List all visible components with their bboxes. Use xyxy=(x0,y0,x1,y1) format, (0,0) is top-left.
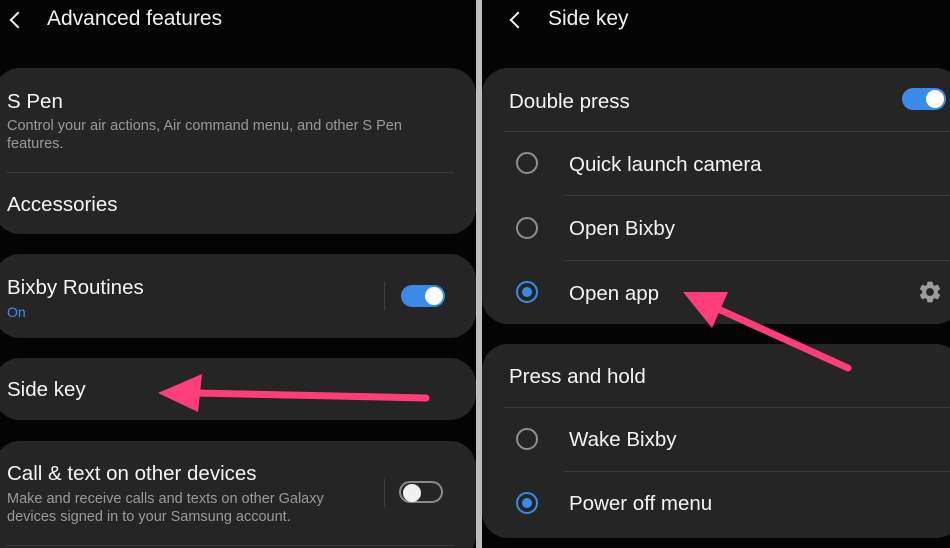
spen-description: Control your air actions, Air command me… xyxy=(7,118,402,152)
option-power-off-menu[interactable]: Power off menu xyxy=(482,472,950,536)
call-text-description: Make and receive calls and texts on othe… xyxy=(7,491,324,525)
side-key-item[interactable]: Side key xyxy=(0,358,476,420)
page-title: Advanced features xyxy=(47,7,223,30)
press-and-hold-header: Press and hold xyxy=(482,344,950,408)
double-press-toggle[interactable] xyxy=(902,88,946,110)
option-quick-launch-camera[interactable]: Quick launch camera xyxy=(482,132,950,196)
spen-title: S Pen xyxy=(7,90,63,113)
accessories-item[interactable]: Accessories xyxy=(0,173,476,234)
back-arrow-icon[interactable] xyxy=(4,6,28,34)
radio-button[interactable] xyxy=(516,217,538,239)
spen-item[interactable]: S Pen Control your air actions, Air comm… xyxy=(0,68,476,172)
double-press-card: Double press Quick launch camera Open Bi… xyxy=(482,68,950,324)
page-title: Side key xyxy=(548,7,629,30)
radio-button-selected[interactable] xyxy=(516,492,538,514)
bixby-routines-title: Bixby Routines xyxy=(7,276,144,299)
toggle-knob xyxy=(926,90,944,108)
option-label: Open Bixby xyxy=(569,217,675,240)
spen-accessories-card: S Pen Control your air actions, Air comm… xyxy=(0,68,476,234)
option-wake-bixby[interactable]: Wake Bixby xyxy=(482,408,950,472)
radio-button[interactable] xyxy=(516,428,538,450)
option-label: Quick launch camera xyxy=(569,153,762,176)
vertical-divider xyxy=(384,479,385,507)
header: Advanced features xyxy=(0,0,476,44)
call-text-title: Call & text on other devices xyxy=(7,462,257,485)
double-press-row[interactable]: Double press xyxy=(482,68,950,132)
radio-button[interactable] xyxy=(516,152,538,174)
double-press-title: Double press xyxy=(509,90,630,113)
side-key-title: Side key xyxy=(7,378,86,401)
option-open-bixby[interactable]: Open Bixby xyxy=(482,196,950,260)
toggle-knob xyxy=(425,287,443,305)
vertical-divider xyxy=(384,282,385,310)
back-arrow-icon[interactable] xyxy=(504,6,528,34)
press-and-hold-card: Press and hold Wake Bixby Power off menu xyxy=(482,344,950,538)
accessories-title: Accessories xyxy=(7,193,118,216)
gear-icon[interactable] xyxy=(917,279,943,305)
call-text-card[interactable]: Call & text on other devices Make and re… xyxy=(0,441,476,548)
option-label: Wake Bixby xyxy=(569,428,677,451)
bixby-routines-status: On xyxy=(7,304,26,320)
call-text-toggle[interactable] xyxy=(399,481,443,503)
option-label: Power off menu xyxy=(569,492,713,515)
option-open-app[interactable]: Open app xyxy=(482,261,950,324)
toggle-knob xyxy=(403,484,421,502)
option-label: Open app xyxy=(569,282,660,305)
bixby-routines-toggle[interactable] xyxy=(401,285,445,307)
radio-button-selected[interactable] xyxy=(516,281,538,303)
bixby-routines-card[interactable]: Bixby Routines On xyxy=(0,254,476,338)
advanced-features-screen: Advanced features S Pen Control your air… xyxy=(0,0,476,548)
press-and-hold-title: Press and hold xyxy=(509,365,646,388)
side-key-screen: Side key Double press Quick launch camer… xyxy=(482,0,950,548)
header: Side key xyxy=(482,0,950,44)
divider xyxy=(7,545,454,546)
